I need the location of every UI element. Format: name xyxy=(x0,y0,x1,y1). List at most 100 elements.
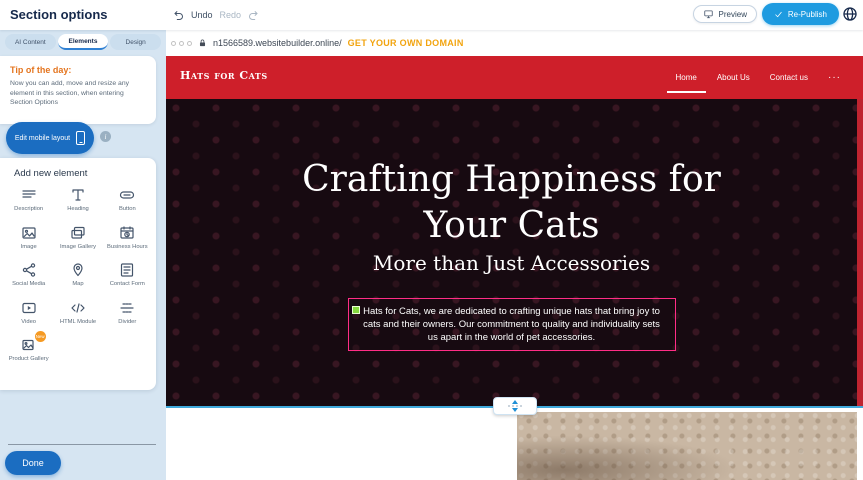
address-url[interactable]: n1566589.websitebuilder.online/ xyxy=(213,38,342,48)
window-dot-icon xyxy=(179,41,184,46)
hero-subtitle[interactable]: More than Just Accessories xyxy=(166,251,857,275)
description-icon xyxy=(21,187,37,203)
arrow-up-icon xyxy=(512,400,518,404)
page-title: Section options xyxy=(10,7,108,22)
contact-form-icon xyxy=(119,262,135,278)
next-section-image[interactable] xyxy=(517,412,857,480)
element-item-label: Business Hours xyxy=(107,244,148,252)
redo-icon[interactable] xyxy=(248,9,260,21)
image-gallery-icon xyxy=(70,225,86,241)
nav-item-contact-us[interactable]: Contact us xyxy=(770,56,808,99)
nav-item-home[interactable]: Home xyxy=(676,56,697,99)
undo-button[interactable]: Undo xyxy=(191,10,213,20)
tip-title: Tip of the day: xyxy=(10,65,146,75)
nav-item-about-us[interactable]: About Us xyxy=(717,56,750,99)
element-item-label: Image xyxy=(21,244,37,252)
divider-icon xyxy=(119,300,135,316)
site-nav: Home About Us Contact us ··· xyxy=(676,56,842,99)
element-item-label: Description xyxy=(14,206,43,214)
element-item-description[interactable]: Description xyxy=(4,187,53,214)
element-item-button[interactable]: Button xyxy=(103,187,152,214)
element-item-image[interactable]: Image xyxy=(4,225,53,252)
monitor-icon xyxy=(703,9,714,19)
tab-ai-content[interactable]: AI Content xyxy=(5,34,56,50)
republish-button[interactable]: Re-Publish xyxy=(762,3,839,25)
element-item-html-module[interactable]: HTML Module xyxy=(53,300,102,327)
element-item-label: Heading xyxy=(67,206,89,214)
element-item-label: Video xyxy=(21,319,36,327)
hero-title-text: Crafting Happiness for Your Cats xyxy=(272,157,752,249)
info-icon[interactable]: i xyxy=(100,131,111,142)
element-item-map[interactable]: Map xyxy=(53,262,102,289)
topbar: Section options Undo Redo Preview Re-Pub… xyxy=(0,0,863,30)
site-preview: Hats for Cats Home About Us Contact us ·… xyxy=(166,56,863,480)
element-item-label: Product Gallery xyxy=(9,356,49,364)
preview-scrollbar[interactable] xyxy=(857,56,863,406)
map-icon xyxy=(70,262,86,278)
hero-title[interactable]: Crafting Happiness for Your Cats xyxy=(166,157,857,249)
element-item-image-gallery[interactable]: Image Gallery xyxy=(53,225,102,252)
business-hours-icon xyxy=(119,225,135,241)
lock-icon xyxy=(198,38,207,48)
element-item-social-media[interactable]: Social Media xyxy=(4,262,53,289)
arrow-down-icon xyxy=(512,408,518,412)
redo-button[interactable]: Redo xyxy=(220,10,242,20)
preview-button-label: Preview xyxy=(719,10,747,19)
tip-of-the-day-card: Tip of the day: Now you can add, move an… xyxy=(0,56,156,124)
element-item-label: Button xyxy=(119,206,136,214)
sidebar-divider xyxy=(8,444,156,445)
window-dots xyxy=(171,41,192,46)
undo-icon[interactable] xyxy=(172,9,184,21)
image-icon xyxy=(21,225,37,241)
element-item-heading[interactable]: Heading xyxy=(53,187,102,214)
element-item-label: Image Gallery xyxy=(60,244,96,252)
element-item-product-gallery[interactable]: New Product Gallery xyxy=(4,337,53,364)
preview-button[interactable]: Preview xyxy=(693,5,757,23)
drag-dots-icon xyxy=(508,405,522,407)
element-item-label: Contact Form xyxy=(110,281,145,289)
new-badge: New xyxy=(35,331,46,342)
republish-button-label: Re-Publish xyxy=(788,10,827,19)
edit-mobile-layout-button[interactable]: Edit mobile layout xyxy=(6,122,94,154)
social-media-icon xyxy=(21,262,37,278)
element-item-label: Map xyxy=(72,281,83,289)
element-item-divider[interactable]: Divider xyxy=(103,300,152,327)
element-item-contact-form[interactable]: Contact Form xyxy=(103,262,152,289)
get-own-domain-link[interactable]: GET YOUR OWN DOMAIN xyxy=(348,38,464,48)
hero-paragraph-text: Hats for Cats, we are dedicated to craft… xyxy=(363,306,660,343)
heading-icon xyxy=(70,187,86,203)
element-grid: Description Heading Button I xyxy=(4,187,152,364)
tab-design[interactable]: Design xyxy=(110,34,161,50)
done-button[interactable]: Done xyxy=(5,451,61,475)
html-module-icon xyxy=(70,300,86,316)
button-icon xyxy=(119,187,135,203)
check-icon xyxy=(774,10,783,19)
browser-bar: n1566589.websitebuilder.online/ GET YOUR… xyxy=(166,30,863,56)
history-controls: Undo Redo xyxy=(172,9,260,21)
hero-paragraph-selection[interactable]: Hats for Cats, we are dedicated to craft… xyxy=(348,298,676,351)
window-dot-icon xyxy=(171,41,176,46)
hero-section: Crafting Happiness for Your Cats More th… xyxy=(166,99,857,406)
site-logo[interactable]: Hats for Cats xyxy=(180,69,268,82)
add-element-panel: Add new element Description Heading Butt… xyxy=(0,158,156,390)
globe-icon[interactable] xyxy=(842,6,858,22)
sidebar: AI Content Elements Design Tip of the da… xyxy=(0,30,166,480)
website-builder-app: Section options Undo Redo Preview Re-Pub… xyxy=(0,0,863,480)
section-resize-handle[interactable] xyxy=(493,397,537,415)
element-item-label: HTML Module xyxy=(60,319,96,327)
mobile-phone-icon xyxy=(76,131,85,145)
video-icon xyxy=(21,300,37,316)
site-header: Hats for Cats Home About Us Contact us ·… xyxy=(166,56,863,99)
drag-handle-green[interactable] xyxy=(352,306,360,314)
sidebar-tabs: AI Content Elements Design xyxy=(5,34,161,50)
window-dot-icon xyxy=(187,41,192,46)
add-element-title: Add new element xyxy=(14,168,152,179)
edit-mobile-layout-label: Edit mobile layout xyxy=(15,135,70,142)
element-item-video[interactable]: Video xyxy=(4,300,53,327)
product-gallery-icon xyxy=(21,337,37,353)
nav-more-icon[interactable]: ··· xyxy=(828,56,841,99)
element-item-label: Divider xyxy=(118,319,136,327)
element-item-label: Social Media xyxy=(12,281,45,289)
element-item-business-hours[interactable]: Business Hours xyxy=(103,225,152,252)
tab-elements[interactable]: Elements xyxy=(58,34,109,50)
